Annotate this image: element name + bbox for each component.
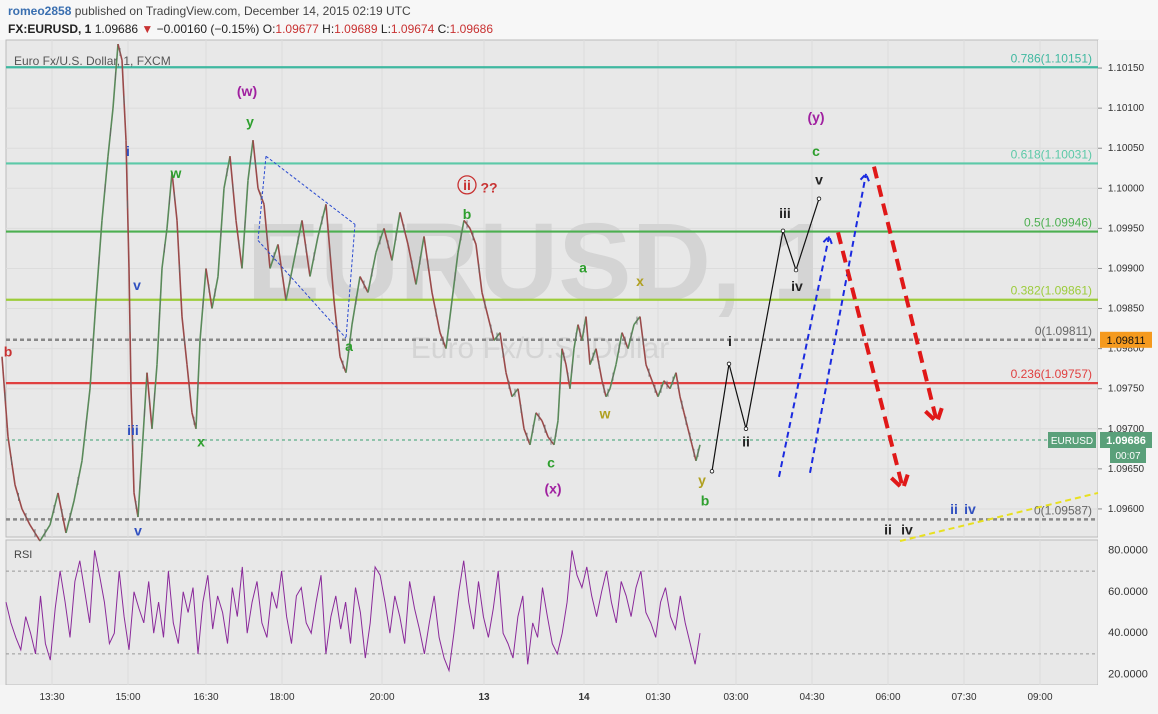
- time-tick-label: 07:30: [951, 692, 976, 703]
- wave-label: ii: [950, 501, 958, 517]
- projection-point: [780, 228, 786, 233]
- rsi-tick-label: 20.0000: [1108, 669, 1148, 681]
- rsi-tick-label: 60.0000: [1108, 586, 1148, 598]
- fib-level-label: 0.5(1.09946): [1024, 216, 1092, 230]
- projection-point: [709, 469, 715, 474]
- price-tick-label: 1.10100: [1108, 103, 1145, 114]
- wave-label: c: [812, 143, 820, 159]
- fib-level-label: 0.618(1.10031): [1011, 147, 1092, 161]
- projection-point: [793, 267, 799, 273]
- wave-label: y: [698, 472, 706, 488]
- wave-label: v: [133, 277, 141, 293]
- price-tick-label: 1.10000: [1108, 183, 1145, 194]
- chart-title: Euro Fx/U.S. Dollar, 1, FXCM: [14, 54, 171, 68]
- price-chart[interactable]: EURUSD, 1 Euro Fx/U.S. Dollar 0.786(1.10…: [0, 0, 1158, 714]
- wave-label: ii: [884, 522, 892, 538]
- fib-level-label: 0.236(1.09757): [1011, 367, 1092, 381]
- wave-label: a: [345, 338, 353, 354]
- time-tick-label: 03:00: [723, 692, 748, 703]
- time-tick-label: 09:00: [1027, 692, 1052, 703]
- time-tick-label: 04:30: [799, 692, 824, 703]
- wave-label: (y): [807, 109, 824, 125]
- wave-label: b: [4, 344, 13, 360]
- wave-label: a: [579, 259, 587, 275]
- time-tick-label: 18:00: [269, 692, 294, 703]
- current-price-tag-text: 1.09811: [1107, 335, 1146, 347]
- fib-level-label: 0(1.09811): [1035, 324, 1092, 338]
- price-tick-label: 1.09950: [1108, 223, 1145, 234]
- time-tick-label: 13: [478, 692, 490, 703]
- price-tick-label: 1.10150: [1108, 63, 1145, 74]
- wave-label: i: [126, 143, 130, 159]
- fib-level-label: 0.382(1.09861): [1011, 284, 1092, 298]
- wave-label: ii: [463, 177, 471, 193]
- wave-label: iv: [791, 278, 803, 294]
- price-tick-label: 1.10050: [1108, 143, 1145, 154]
- countdown-tag-text: 00:07: [1115, 451, 1140, 462]
- time-tick-label: 15:00: [115, 692, 140, 703]
- price-tick-label: 1.09600: [1108, 504, 1145, 515]
- rsi-pane[interactable]: [5, 539, 1099, 686]
- rsi-tick-label: 40.0000: [1108, 627, 1148, 639]
- price-tick-label: 1.09900: [1108, 263, 1145, 274]
- wave-label: ??: [480, 179, 497, 195]
- wave-label: iii: [779, 205, 791, 221]
- wave-label: iv: [964, 501, 976, 517]
- wave-label: y: [246, 114, 254, 130]
- time-tick-label: 14: [578, 692, 590, 703]
- projection-point: [816, 196, 822, 201]
- wave-label: ii: [742, 433, 750, 449]
- price-tick-label: 1.09750: [1108, 384, 1145, 395]
- symbol-price-tag-text: 1.09686: [1106, 435, 1146, 447]
- wave-label: iii: [127, 422, 139, 438]
- fib-level-label: 0(1.09587): [1034, 503, 1092, 517]
- time-tick-label: 13:30: [39, 692, 64, 703]
- fib-level-label: 0.786(1.10151): [1011, 51, 1092, 65]
- rsi-label: RSI: [14, 549, 32, 561]
- wave-label: i: [728, 333, 732, 349]
- time-tick-label: 16:30: [193, 692, 218, 703]
- time-tick-label: 20:00: [369, 692, 394, 703]
- wave-label: v: [815, 171, 823, 187]
- wave-label: iv: [901, 522, 913, 538]
- wave-label: (w): [237, 83, 257, 99]
- wave-label: c: [547, 454, 555, 470]
- price-tick-label: 1.09650: [1108, 464, 1145, 475]
- wave-label: (x): [544, 481, 561, 497]
- price-tick-label: 1.09850: [1108, 304, 1145, 315]
- projection-point: [743, 426, 749, 431]
- wave-label: v: [134, 522, 142, 538]
- wave-label: x: [197, 433, 205, 449]
- wave-label: w: [170, 165, 182, 181]
- wave-label: x: [636, 273, 644, 289]
- time-tick-label: 06:00: [875, 692, 900, 703]
- symbol-tag-text: EURUSD: [1051, 436, 1093, 447]
- wave-label: w: [599, 405, 611, 421]
- rsi-tick-label: 80.0000: [1108, 544, 1148, 556]
- wave-label: b: [463, 206, 472, 222]
- time-tick-label: 01:30: [645, 692, 670, 703]
- wave-label: b: [701, 493, 710, 509]
- projection-point: [726, 361, 732, 367]
